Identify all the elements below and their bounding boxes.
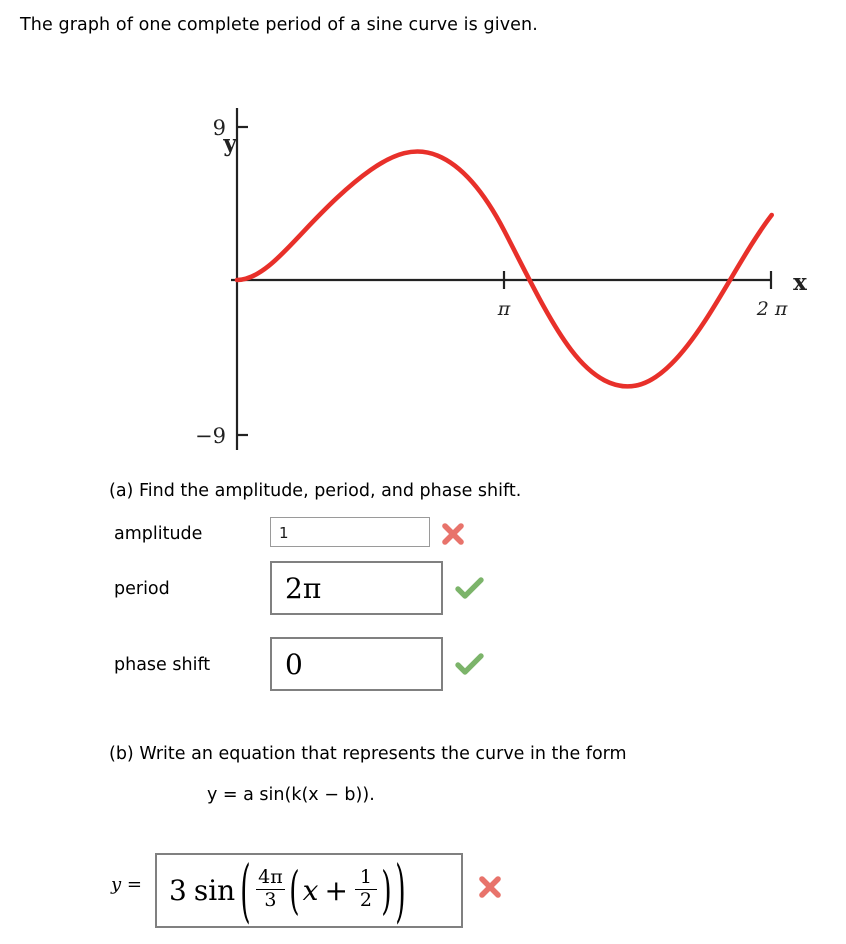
equation-open-paren-inner: ( xyxy=(288,859,300,922)
amplitude-incorrect-icon xyxy=(442,523,464,545)
y-tick-label-neg9: −9 xyxy=(195,424,226,448)
equation-k-denominator: 3 xyxy=(264,889,277,912)
equation-b-denominator: 2 xyxy=(359,889,372,912)
equation-coefficient: 3 xyxy=(169,874,187,907)
y-tick-label-9: 9 xyxy=(213,116,226,140)
x-axis-label: x xyxy=(793,269,807,296)
amplitude-label: amplitude xyxy=(114,524,203,544)
x-tick-label-2pi: 2 π xyxy=(756,298,788,320)
period-value: 2π xyxy=(285,572,322,605)
equation-variable: x xyxy=(302,874,319,907)
x-tick-label-pi: π xyxy=(497,298,511,320)
equation-open-paren-outer: ( xyxy=(240,850,251,931)
equation-function: sin xyxy=(193,874,236,907)
equation-close-paren-outer: ) xyxy=(395,850,406,931)
part-a-question: (a) Find the amplitude, period, and phas… xyxy=(109,481,522,501)
amplitude-input[interactable]: 1 xyxy=(270,517,430,547)
equation-prefix: y = xyxy=(111,874,142,895)
equation-incorrect-icon xyxy=(479,876,501,898)
equation-k-numerator: 4π xyxy=(258,865,283,888)
phase-shift-correct-icon xyxy=(455,653,484,675)
page-root: The graph of one complete period of a si… xyxy=(0,0,846,944)
equation-expression: 3 sin ( 4π 3 ( x + 1 2 ) ) xyxy=(169,850,408,931)
equation-b-fraction: 1 2 xyxy=(354,865,377,912)
phase-shift-value: 0 xyxy=(285,648,303,681)
phase-shift-label: phase shift xyxy=(114,655,211,675)
equation-k-fraction: 4π 3 xyxy=(256,865,285,912)
problem-prompt: The graph of one complete period of a si… xyxy=(20,15,538,35)
part-b-question: (b) Write an equation that represents th… xyxy=(109,744,627,764)
part-b-equation-form: y = a sin(k(x − b)). xyxy=(207,785,375,805)
equation-input[interactable]: 3 sin ( 4π 3 ( x + 1 2 ) ) xyxy=(155,850,463,931)
equation-operator: + xyxy=(324,874,348,907)
period-label: period xyxy=(114,579,170,599)
sine-curve xyxy=(234,149,774,389)
equation-b-numerator: 1 xyxy=(359,865,372,888)
period-input[interactable]: 2π xyxy=(270,561,443,615)
period-correct-icon xyxy=(455,577,484,599)
equation-close-paren-inner: ) xyxy=(381,859,392,922)
sine-curve-graph: y x 9 −9 π 2 π xyxy=(0,55,846,475)
phase-shift-input[interactable]: 0 xyxy=(270,637,443,691)
amplitude-value: 1 xyxy=(279,524,289,542)
